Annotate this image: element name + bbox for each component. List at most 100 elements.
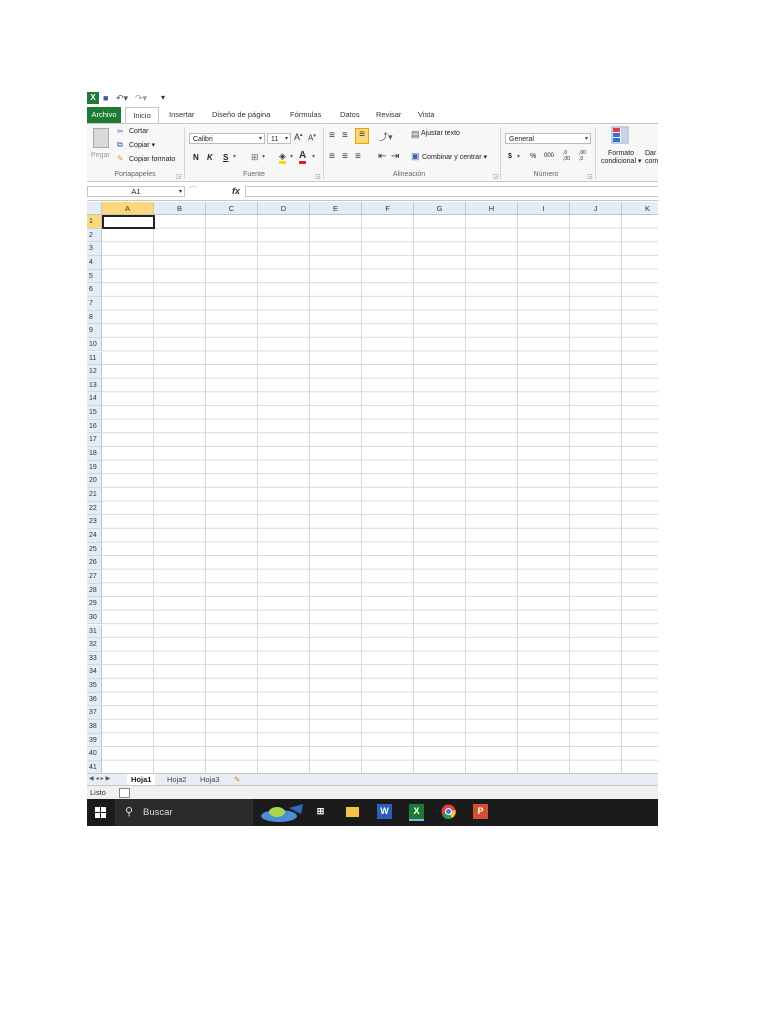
column-header-c[interactable]: C <box>206 202 258 215</box>
number-format-select[interactable]: General ▾ <box>505 133 591 144</box>
row-header-13[interactable]: 13 <box>87 378 102 393</box>
column-header-h[interactable]: H <box>466 202 518 215</box>
row-header-20[interactable]: 20 <box>87 474 102 488</box>
macro-record-icon[interactable] <box>119 788 130 798</box>
column-header-e[interactable]: E <box>310 202 362 215</box>
row-header-23[interactable]: 23 <box>87 515 102 529</box>
row-header-27[interactable]: 27 <box>87 569 102 584</box>
row-header-36[interactable]: 36 <box>87 692 102 707</box>
row-header-16[interactable]: 16 <box>87 419 102 434</box>
underline-dropdown-icon[interactable]: ▾ <box>233 153 236 160</box>
row-header-30[interactable]: 30 <box>87 610 102 625</box>
wrap-text-button[interactable]: Ajustar texto <box>421 130 460 137</box>
select-all-button[interactable] <box>87 202 102 215</box>
fill-color-icon[interactable]: ◈ <box>279 151 286 164</box>
align-center-icon[interactable]: ≡ <box>342 151 348 162</box>
font-size-select[interactable]: 11 ▾ <box>267 133 291 144</box>
decrease-indent-icon[interactable]: ⇤ <box>378 151 386 162</box>
number-launcher-icon[interactable]: ◲ <box>587 173 593 180</box>
row-header-39[interactable]: 39 <box>87 733 102 748</box>
grow-font-icon[interactable]: A▴ <box>294 132 303 142</box>
row-header-33[interactable]: 33 <box>87 651 102 666</box>
orientation-icon[interactable]: ⤴▾ <box>379 130 393 143</box>
column-header-g[interactable]: G <box>414 202 466 215</box>
alignment-launcher-icon[interactable]: ◲ <box>493 173 499 180</box>
row-header-29[interactable]: 29 <box>87 597 102 611</box>
row-header-21[interactable]: 21 <box>87 488 102 502</box>
row-header-18[interactable]: 18 <box>87 447 102 461</box>
tab-inicio[interactable]: Inicio <box>125 107 159 124</box>
column-header-i[interactable]: I <box>518 202 570 215</box>
copy-button[interactable]: Copiar ▾ <box>129 141 155 149</box>
sheet-tab-hoja2[interactable]: Hoja2 <box>163 774 191 785</box>
customize-qat-icon[interactable]: ▾ <box>161 93 165 102</box>
row-header-5[interactable]: 5 <box>87 269 102 284</box>
column-header-a[interactable]: A <box>102 202 154 215</box>
worksheet-grid[interactable]: ABCDEFGHIJK 1 2 3 4 5 6 7 8 9 10 11 12 13 14 15 16 17 18 1… <box>87 202 658 775</box>
shrink-font-icon[interactable]: A▾ <box>308 133 316 143</box>
tab-archivo[interactable]: Archivo <box>87 107 121 123</box>
row-header-12[interactable]: 12 <box>87 365 102 379</box>
redo-icon[interactable]: ↷▾ <box>135 93 147 104</box>
font-color-icon[interactable]: A <box>299 150 307 164</box>
row-header-26[interactable]: 26 <box>87 556 102 570</box>
merge-dropdown-arrow[interactable]: ▾ <box>483 154 487 161</box>
decrease-decimal-button[interactable]: ,00 ,0 <box>579 150 591 162</box>
conditional-format-button[interactable]: Formato condicional ▾ <box>601 150 642 166</box>
windows-start-icon[interactable] <box>95 807 106 818</box>
align-top-icon[interactable]: ≡ <box>329 130 335 141</box>
search-highlight-icon[interactable] <box>259 802 305 823</box>
column-header-k[interactable]: K <box>622 202 658 215</box>
row-header-2[interactable]: 2 <box>87 228 102 243</box>
row-header-37[interactable]: 37 <box>87 706 102 721</box>
row-header-35[interactable]: 35 <box>87 679 102 693</box>
font-launcher-icon[interactable]: ◲ <box>315 173 321 180</box>
row-header-7[interactable]: 7 <box>87 296 102 311</box>
task-view-icon[interactable]: ⊞ <box>313 804 328 819</box>
sheet-tab-hoja1[interactable]: Hoja1 <box>127 774 156 785</box>
underline-button[interactable]: S <box>223 153 228 162</box>
italic-button[interactable]: K <box>207 153 213 162</box>
row-header-9[interactable]: 9 <box>87 324 102 338</box>
format-as-table-button[interactable]: Dar com <box>645 150 658 166</box>
expand-formula-icon[interactable]: ⌒ <box>189 185 197 196</box>
align-bottom-icon[interactable]: ≡ <box>355 128 369 144</box>
tab-diseno-pagina[interactable]: Diseño de página <box>208 107 274 123</box>
column-header-b[interactable]: B <box>154 202 206 215</box>
row-header-24[interactable]: 24 <box>87 528 102 543</box>
column-header-d[interactable]: D <box>258 202 310 215</box>
insert-function-icon[interactable]: fx <box>232 186 240 196</box>
excel-taskbar-icon[interactable]: X <box>409 804 424 821</box>
row-header-17[interactable]: 17 <box>87 433 102 448</box>
tab-vista[interactable]: Vista <box>414 107 439 123</box>
name-box[interactable]: A1 ▾ <box>87 186 185 197</box>
row-header-4[interactable]: 4 <box>87 255 102 270</box>
merge-center-button[interactable]: Combinar y centrar ▾ <box>422 153 487 161</box>
formula-input[interactable] <box>245 186 658 197</box>
row-header-32[interactable]: 32 <box>87 638 102 652</box>
currency-dropdown-icon[interactable]: ▾ <box>517 153 520 160</box>
tab-insertar[interactable]: Insertar <box>165 107 198 123</box>
increase-decimal-button[interactable]: ,0 ,00 <box>563 150 575 162</box>
sheet-tab-hoja3[interactable]: Hoja3 <box>196 774 224 785</box>
insert-sheet-icon[interactable]: ✎ <box>230 774 244 785</box>
column-header-j[interactable]: J <box>570 202 622 215</box>
paste-button[interactable]: Pegar <box>91 152 110 159</box>
row-header-25[interactable]: 25 <box>87 542 102 557</box>
file-explorer-icon[interactable] <box>345 804 360 819</box>
row-header-28[interactable]: 28 <box>87 583 102 598</box>
row-header-1[interactable]: 1 <box>87 215 102 229</box>
sheet-navigation-icon[interactable]: ◀◂▸▶ <box>89 774 112 785</box>
row-header-3[interactable]: 3 <box>87 242 102 256</box>
taskbar-search-box[interactable]: ⚲ Buscar <box>115 799 253 826</box>
clipboard-launcher-icon[interactable]: ◲ <box>176 173 182 180</box>
chrome-icon[interactable] <box>441 804 456 820</box>
active-cell-a1[interactable] <box>102 215 155 229</box>
increase-indent-icon[interactable]: ⇥ <box>391 151 399 162</box>
word-icon[interactable]: W <box>377 804 392 819</box>
tab-datos[interactable]: Datos <box>336 107 364 123</box>
row-header-10[interactable]: 10 <box>87 337 102 352</box>
fill-color-dropdown-icon[interactable]: ▾ <box>290 153 293 160</box>
currency-button[interactable]: $ <box>508 153 512 160</box>
row-header-31[interactable]: 31 <box>87 624 102 639</box>
